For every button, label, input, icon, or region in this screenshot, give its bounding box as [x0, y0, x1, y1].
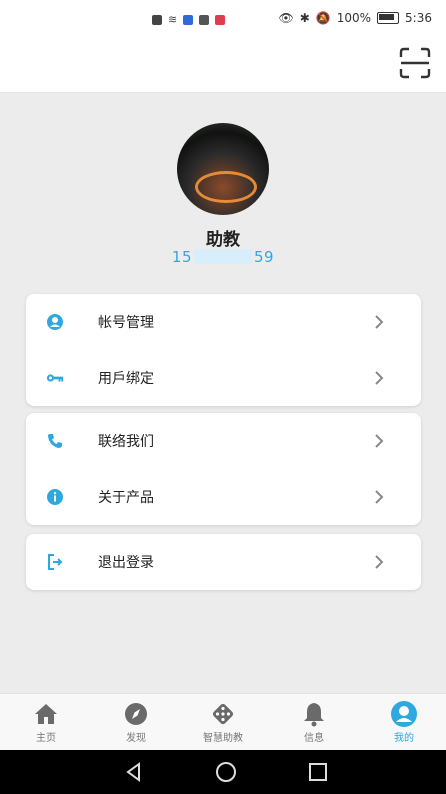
menu-item-account-management[interactable]: 帐号管理 [26, 294, 421, 350]
menu-item-logout[interactable]: 退出登录 [26, 534, 421, 590]
profile-name: 助教 [206, 230, 240, 250]
compass-icon [96, 700, 176, 728]
chevron-right-icon [373, 313, 385, 331]
menu-item-label: 帐号管理 [98, 315, 154, 331]
battery-icon [377, 12, 400, 24]
nav-label: 信息 [304, 733, 324, 744]
chevron-right-icon [373, 553, 385, 571]
bluetooth-icon: ✱ [299, 11, 310, 25]
phone-prefix: 15 [171, 248, 192, 266]
nav-smart-assistant[interactable]: 智慧助教 [183, 700, 263, 744]
phone-suffix: 59 [254, 248, 275, 266]
app-bar [0, 40, 446, 93]
chevron-right-icon [373, 432, 385, 450]
profile-icon [364, 700, 444, 728]
chevron-right-icon [373, 488, 385, 506]
back-button[interactable] [122, 760, 146, 784]
bell-icon [274, 700, 354, 728]
recents-button[interactable] [306, 760, 330, 784]
menu-item-label: 用戶绑定 [98, 371, 154, 387]
app-notification-icon [183, 14, 194, 25]
nav-discover[interactable]: 发现 [96, 700, 176, 744]
media-notification-icon [199, 14, 210, 25]
nav-mine[interactable]: 我的 [364, 700, 444, 744]
menu-card-account: 帐号管理 用戶绑定 [26, 294, 421, 406]
dice-icon [183, 700, 263, 728]
menu-item-about-product[interactable]: 关于产品 [26, 469, 421, 525]
scan-icon[interactable] [398, 46, 432, 80]
menu-item-label: 退出登录 [98, 555, 154, 571]
nav-messages[interactable]: 信息 [274, 700, 354, 744]
menu-card-info: 联络我们 关于产品 [26, 413, 421, 525]
logout-icon [46, 553, 64, 571]
clock: 5:36 [405, 11, 432, 25]
menu-item-user-binding[interactable]: 用戶绑定 [26, 350, 421, 406]
nav-label: 发现 [126, 733, 146, 744]
account-circle-icon [46, 313, 64, 331]
mute-icon: 🔕 [315, 11, 331, 25]
status-right: 👁 ✱ 🔕 100% 5:36 [278, 11, 432, 25]
phone-mask [194, 249, 252, 264]
avatar[interactable] [177, 123, 269, 215]
menu-item-label: 联络我们 [98, 434, 154, 450]
profile-phone: 15 59 [0, 248, 446, 266]
home-button[interactable] [214, 760, 238, 784]
battery-text: 100% [336, 11, 372, 25]
status-left-icons: ≋ [152, 13, 226, 26]
nav-label: 我的 [394, 733, 414, 744]
status-bar: ≋ 👁 ✱ 🔕 100% 5:36 [0, 0, 446, 40]
chevron-right-icon [373, 369, 385, 387]
nav-label: 主页 [36, 733, 56, 744]
message-notification-icon [215, 14, 226, 25]
key-icon [46, 369, 64, 387]
wifi-icon: ≋ [168, 13, 178, 26]
system-nav-bar [0, 750, 446, 794]
nav-home[interactable]: 主页 [6, 700, 86, 744]
phone-icon [46, 432, 64, 450]
sim-icon [152, 14, 162, 25]
bottom-nav: 主页 发现 智慧助教 信息 我的 [0, 693, 446, 751]
menu-item-contact-us[interactable]: 联络我们 [26, 413, 421, 469]
menu-card-logout: 退出登录 [26, 534, 421, 590]
eye-icon: 👁 [278, 11, 294, 25]
info-icon [46, 488, 64, 506]
nav-label: 智慧助教 [203, 733, 243, 744]
menu-item-label: 关于产品 [98, 490, 154, 506]
profile-section: 助教 15 59 [0, 92, 446, 282]
home-icon [6, 700, 86, 728]
